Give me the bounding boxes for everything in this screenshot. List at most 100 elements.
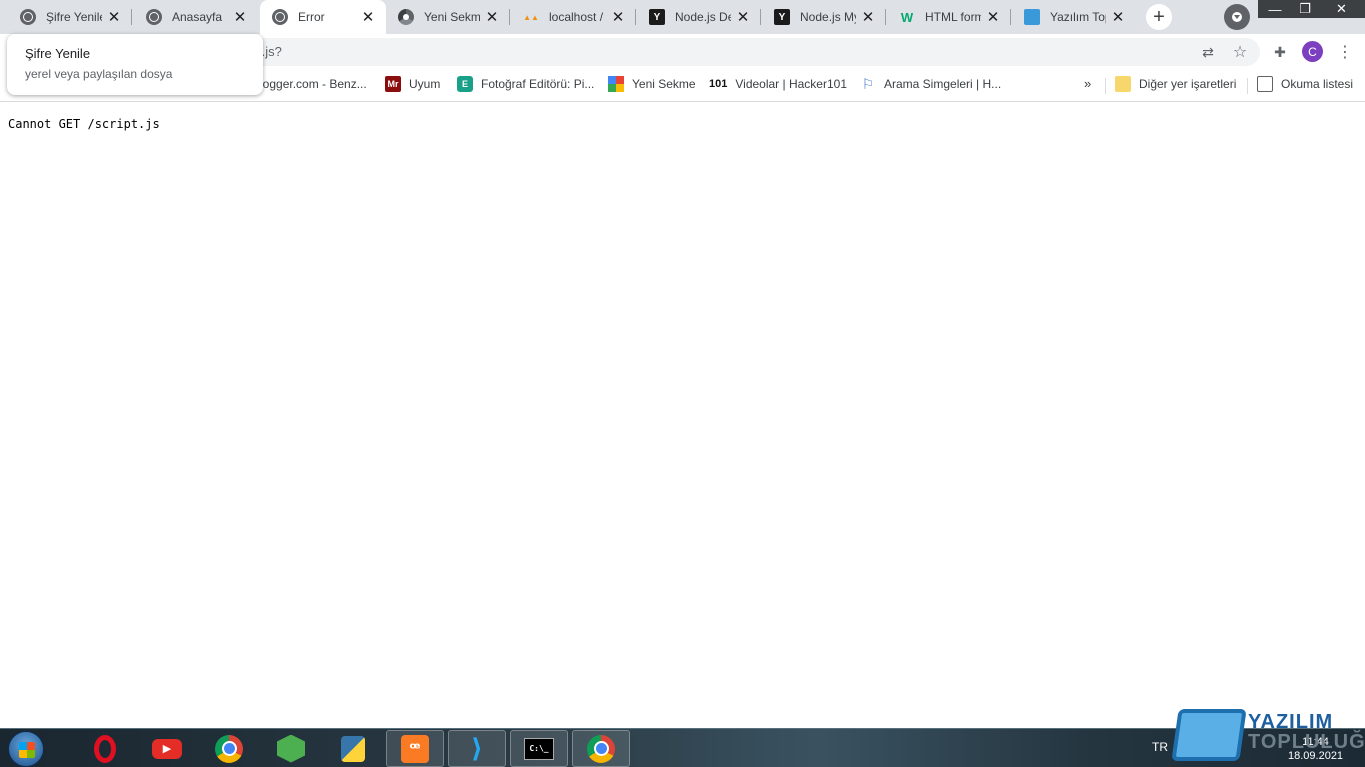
tab-title: Şifre Yenile [46, 10, 102, 24]
close-icon[interactable]: ✕ [860, 9, 876, 26]
globe-icon [272, 9, 288, 25]
tab-sifre-yenile[interactable]: Şifre Yenile ✕ [8, 0, 132, 34]
close-icon[interactable]: ✕ [1110, 9, 1126, 26]
python-icon [341, 735, 365, 762]
reading-list-button[interactable]: Okuma listesi [1257, 70, 1353, 98]
tab-anasayfa[interactable]: Anasayfa ✕ [134, 0, 258, 34]
taskbar-python[interactable] [324, 730, 382, 767]
phpmyadmin-icon: ▲▲ [523, 12, 539, 22]
chrome-icon [587, 734, 615, 763]
apps-grid-icon [608, 76, 624, 92]
tab-strip: Şifre Yenile ✕ Anasayfa ✕ Error ✕ Yeni S… [0, 0, 1365, 34]
globe-icon [20, 9, 36, 25]
close-window-button[interactable]: ✕ [1318, 0, 1365, 18]
bookmark-label: Arama Simgeleri | H... [884, 77, 1002, 91]
tab-nodejs-my[interactable]: Y Node.js My ✕ [762, 0, 886, 34]
bookmark-label: Diğer yer işaretleri [1139, 77, 1237, 91]
bookmark-yeni-sekme[interactable]: Yeni Sekme [608, 70, 696, 98]
taskbar-xampp[interactable]: ꟹ [386, 730, 444, 767]
watermark-line2: TOPLULUĞU [1248, 731, 1365, 753]
tab-title: Error [298, 10, 325, 24]
error-message: Cannot GET /script.js [8, 117, 160, 131]
tab-title: Node.js My [800, 10, 856, 24]
tab-error[interactable]: Error ✕ [260, 0, 386, 34]
y-icon: Y [774, 9, 790, 25]
bookmark-uyum[interactable]: Mr Uyum [385, 70, 440, 98]
menu-icon[interactable]: ⋮ [1335, 42, 1355, 62]
divider [1105, 78, 1106, 94]
taskbar-vscode[interactable]: ⟩ [448, 730, 506, 767]
tab-separator [131, 9, 132, 25]
tab-title: HTML form [925, 10, 981, 24]
maximize-button[interactable]: ❐ [1288, 0, 1322, 18]
hacker101-icon: 101 [709, 78, 728, 90]
hover-card-subtitle: yerel veya paylaşılan dosya [25, 67, 173, 81]
more-bookmarks-button[interactable]: » [1084, 76, 1091, 91]
tab-title: localhost / [549, 10, 604, 24]
tab-title: Yeni Sekme [424, 10, 480, 24]
extensions-icon[interactable]: ✚ [1270, 42, 1290, 62]
address-bar[interactable] [120, 38, 1260, 66]
close-icon[interactable]: ✕ [360, 9, 376, 26]
tab-html-form[interactable]: W HTML form ✕ [887, 0, 1011, 34]
cmd-icon: C:\_ [524, 737, 554, 760]
chevron-down-icon [1232, 12, 1242, 22]
bookmark-fotograf-editoru[interactable]: E Fotoğraf Editörü: Pi... [457, 70, 594, 98]
tab-title: Anasayfa [172, 10, 223, 24]
photo-editor-icon: E [457, 76, 473, 92]
taskbar-chrome-active[interactable] [572, 730, 630, 767]
bookmark-label: Fotoğraf Editörü: Pi... [481, 77, 595, 91]
tab-yeni-sekme[interactable]: Yeni Sekme ✕ [386, 0, 510, 34]
screen: Şifre Yenile ✕ Anasayfa ✕ Error ✕ Yeni S… [0, 0, 1365, 767]
taskbar: ▶ ꟹ ⟩ C:\_ TR 11:44 18.09.2021 [0, 728, 1365, 767]
taskbar-chrome[interactable] [200, 730, 258, 767]
chrome-icon [215, 734, 243, 763]
bookmark-arama-simgeleri[interactable]: ⚐ Arama Simgeleri | H... [860, 70, 1001, 98]
translate-icon[interactable]: ⇄ [1198, 42, 1218, 62]
close-icon[interactable]: ✕ [985, 9, 1001, 26]
bookmark-other[interactable]: Diğer yer işaretleri [1115, 70, 1236, 98]
start-button[interactable] [8, 731, 44, 767]
hover-card-title: Şifre Yenile [25, 46, 91, 61]
site-icon [1024, 9, 1040, 25]
avatar[interactable]: C [1302, 41, 1323, 62]
close-icon[interactable]: ✕ [484, 9, 500, 26]
tab-hover-card: Şifre Yenile yerel veya paylaşılan dosya [7, 34, 263, 95]
close-icon[interactable]: ✕ [735, 9, 751, 26]
tab-separator [509, 9, 510, 25]
taskbar-nodejs[interactable] [262, 730, 320, 767]
new-tab-button[interactable]: + [1146, 4, 1172, 30]
y-icon: Y [649, 9, 665, 25]
reading-list-label: Okuma listesi [1281, 77, 1354, 91]
tab-localhost[interactable]: ▲▲ localhost / ✕ [511, 0, 636, 34]
monitor-logo-icon [1171, 709, 1247, 761]
bookmark-label: Uyum [409, 77, 441, 91]
tab-title: Yazılım Top [1050, 10, 1106, 24]
close-icon[interactable]: ✕ [106, 9, 122, 26]
taskbar-opera[interactable] [76, 730, 134, 767]
star-icon[interactable]: ☆ [1230, 42, 1250, 62]
close-icon[interactable]: ✕ [232, 9, 248, 26]
tab-separator [760, 9, 761, 25]
tab-search-button[interactable] [1224, 4, 1250, 30]
taskbar-youtube[interactable]: ▶ [138, 730, 196, 767]
globe-icon [146, 9, 162, 25]
tab-separator [635, 9, 636, 25]
opera-icon [94, 734, 116, 763]
chrome-icon [398, 9, 414, 25]
flag-icon: ⚐ [861, 75, 875, 92]
bookmark-label: logger.com - Benz... [260, 77, 367, 91]
tab-nodejs-de[interactable]: Y Node.js De ✕ [637, 0, 761, 34]
bookmark-label: Videolar | Hacker101 [735, 77, 847, 91]
close-icon[interactable]: ✕ [610, 9, 626, 26]
taskbar-cmd[interactable]: C:\_ [510, 730, 568, 767]
language-indicator[interactable]: TR [1152, 740, 1168, 754]
tab-title: Node.js De [675, 10, 731, 24]
xampp-icon: ꟹ [401, 734, 429, 763]
youtube-icon: ▶ [152, 738, 182, 759]
bookmark-blogger[interactable]: logger.com - Benz... [260, 70, 367, 98]
minimize-button[interactable]: — [1258, 0, 1292, 18]
bookmark-hacker101[interactable]: 101 Videolar | Hacker101 [709, 70, 847, 98]
tab-yazilim-toplulugu[interactable]: Yazılım Top ✕ [1012, 0, 1136, 34]
page-content: Cannot GET /script.js [0, 103, 1365, 728]
